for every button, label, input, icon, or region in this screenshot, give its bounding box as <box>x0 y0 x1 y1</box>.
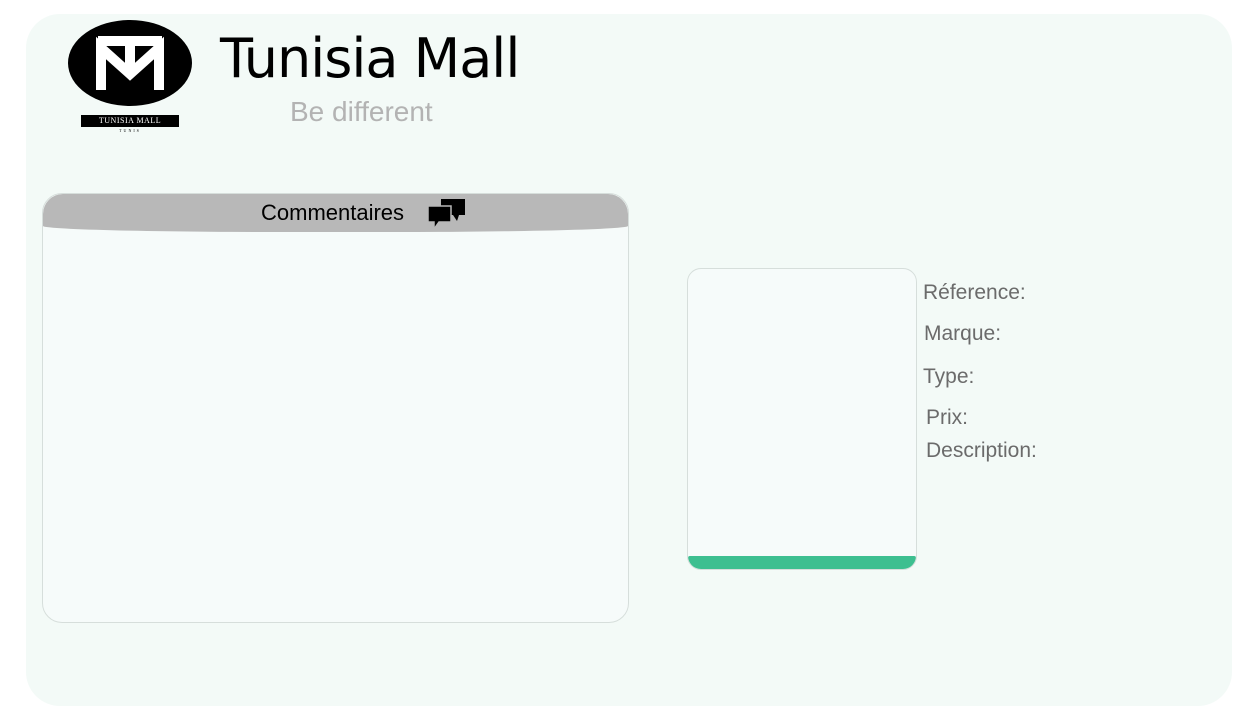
site-title: Tunisia Mall <box>220 27 520 90</box>
comments-header: Commentaires <box>43 194 628 232</box>
reference-label: Réference: <box>923 281 1026 304</box>
type-label: Type: <box>923 365 975 388</box>
product-image-bar <box>688 556 916 569</box>
brand-label: Marque: <box>924 322 1002 345</box>
logo-band-text: TUNISIA MALL <box>81 115 179 127</box>
logo-monogram-icon <box>68 20 192 106</box>
brand-logo[interactable]: TUNISIA MALL TUNIS <box>68 20 192 134</box>
product-image[interactable] <box>687 268 917 570</box>
comments-panel: Commentaires <box>42 193 629 623</box>
comments-title: Commentaires <box>261 200 405 225</box>
description-label: Description: <box>926 439 1037 462</box>
chat-bubbles-icon[interactable] <box>427 197 467 232</box>
site-slogan: Be different <box>290 96 433 127</box>
logo-sub-text: TUNIS <box>119 128 141 133</box>
price-label: Prix: <box>926 406 968 429</box>
